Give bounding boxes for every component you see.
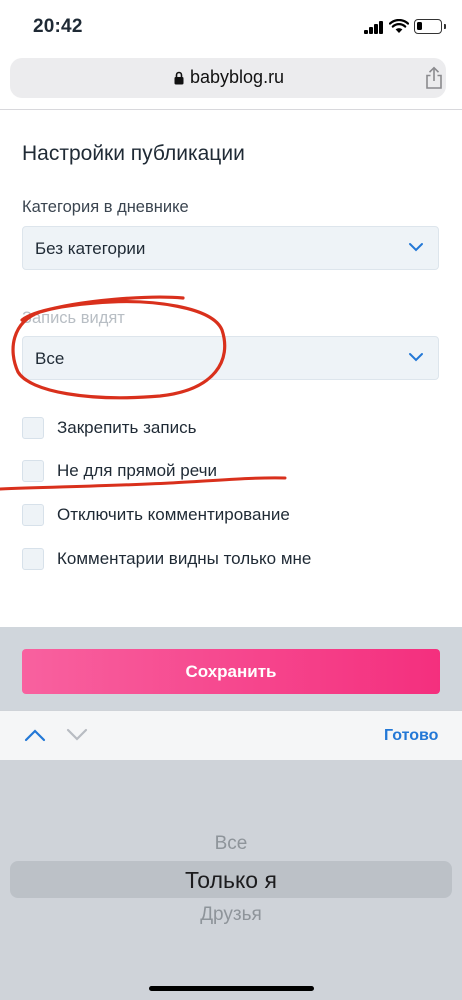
category-select-value: Без категории (35, 239, 146, 258)
page-title: Настройки публикации (22, 142, 245, 165)
category-select[interactable]: Без категории (22, 226, 439, 270)
home-indicator (149, 986, 314, 991)
visibility-select[interactable]: Все (22, 336, 439, 380)
save-panel: Сохранить (0, 627, 462, 710)
share-icon[interactable] (424, 66, 444, 90)
checkbox-label: Комментарии видны только мне (57, 549, 312, 568)
checkbox-label: Отключить комментирование (57, 505, 290, 524)
battery-icon (414, 19, 446, 34)
picker-option[interactable]: Все (0, 833, 462, 855)
chevron-up-icon[interactable] (24, 727, 46, 743)
status-time: 20:42 (33, 16, 83, 37)
checkbox-label: Не для прямой речи (57, 461, 217, 480)
visibility-label: Запись видят (22, 309, 125, 327)
lock-icon (174, 71, 184, 85)
divider (0, 109, 462, 110)
address-bar[interactable]: babyblog.ru (10, 58, 446, 98)
save-button[interactable]: Сохранить (22, 649, 440, 694)
checkbox[interactable] (22, 417, 44, 439)
url-text: babyblog.ru (190, 67, 285, 87)
picker-wheel[interactable]: Все Только я Друзья (0, 760, 462, 1000)
keyboard-toolbar: Готово (0, 710, 462, 760)
cellular-signal-icon (364, 21, 384, 34)
chevron-down-icon[interactable] (66, 727, 88, 743)
status-bar: 20:42 (0, 0, 462, 52)
done-button[interactable]: Готово (384, 727, 438, 745)
picker-option-selected[interactable]: Только я (0, 867, 462, 894)
checkbox[interactable] (22, 460, 44, 482)
chevron-down-icon (409, 243, 423, 252)
picker-option[interactable]: Друзья (0, 904, 462, 926)
checkbox[interactable] (22, 504, 44, 526)
checkbox[interactable] (22, 548, 44, 570)
visibility-select-value: Все (35, 349, 65, 368)
chevron-down-icon (409, 353, 423, 362)
wifi-icon (389, 19, 409, 33)
category-label: Категория в дневнике (22, 198, 189, 216)
checkbox-label: Закрепить запись (57, 418, 197, 437)
